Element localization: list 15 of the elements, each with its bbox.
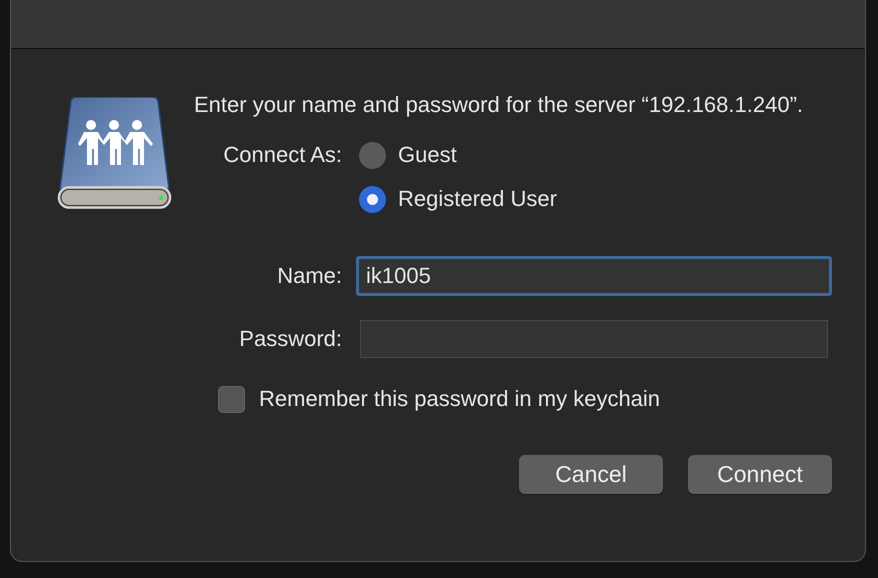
cancel-button[interactable]: Cancel xyxy=(519,455,663,494)
radio-label[interactable]: Registered User xyxy=(398,186,557,212)
field-label: Name: xyxy=(277,263,342,289)
name-field[interactable]: ik1005 xyxy=(356,256,832,296)
password-field[interactable] xyxy=(360,320,828,358)
checkbox-label[interactable]: Remember this password in my keychain xyxy=(259,386,660,412)
radio-label[interactable]: Guest xyxy=(398,142,457,168)
checkbox[interactable] xyxy=(218,386,245,412)
radio-button[interactable] xyxy=(359,142,386,168)
connect-as-label: Connect As: xyxy=(223,142,342,168)
prompt-message: Enter your name and password for the server “192.168.1.240”. xyxy=(194,91,804,119)
radio-button[interactable] xyxy=(359,186,386,212)
shared-drive-icon xyxy=(57,97,172,210)
connect-button[interactable]: Connect xyxy=(688,455,832,494)
field-label: Password: xyxy=(239,326,342,352)
